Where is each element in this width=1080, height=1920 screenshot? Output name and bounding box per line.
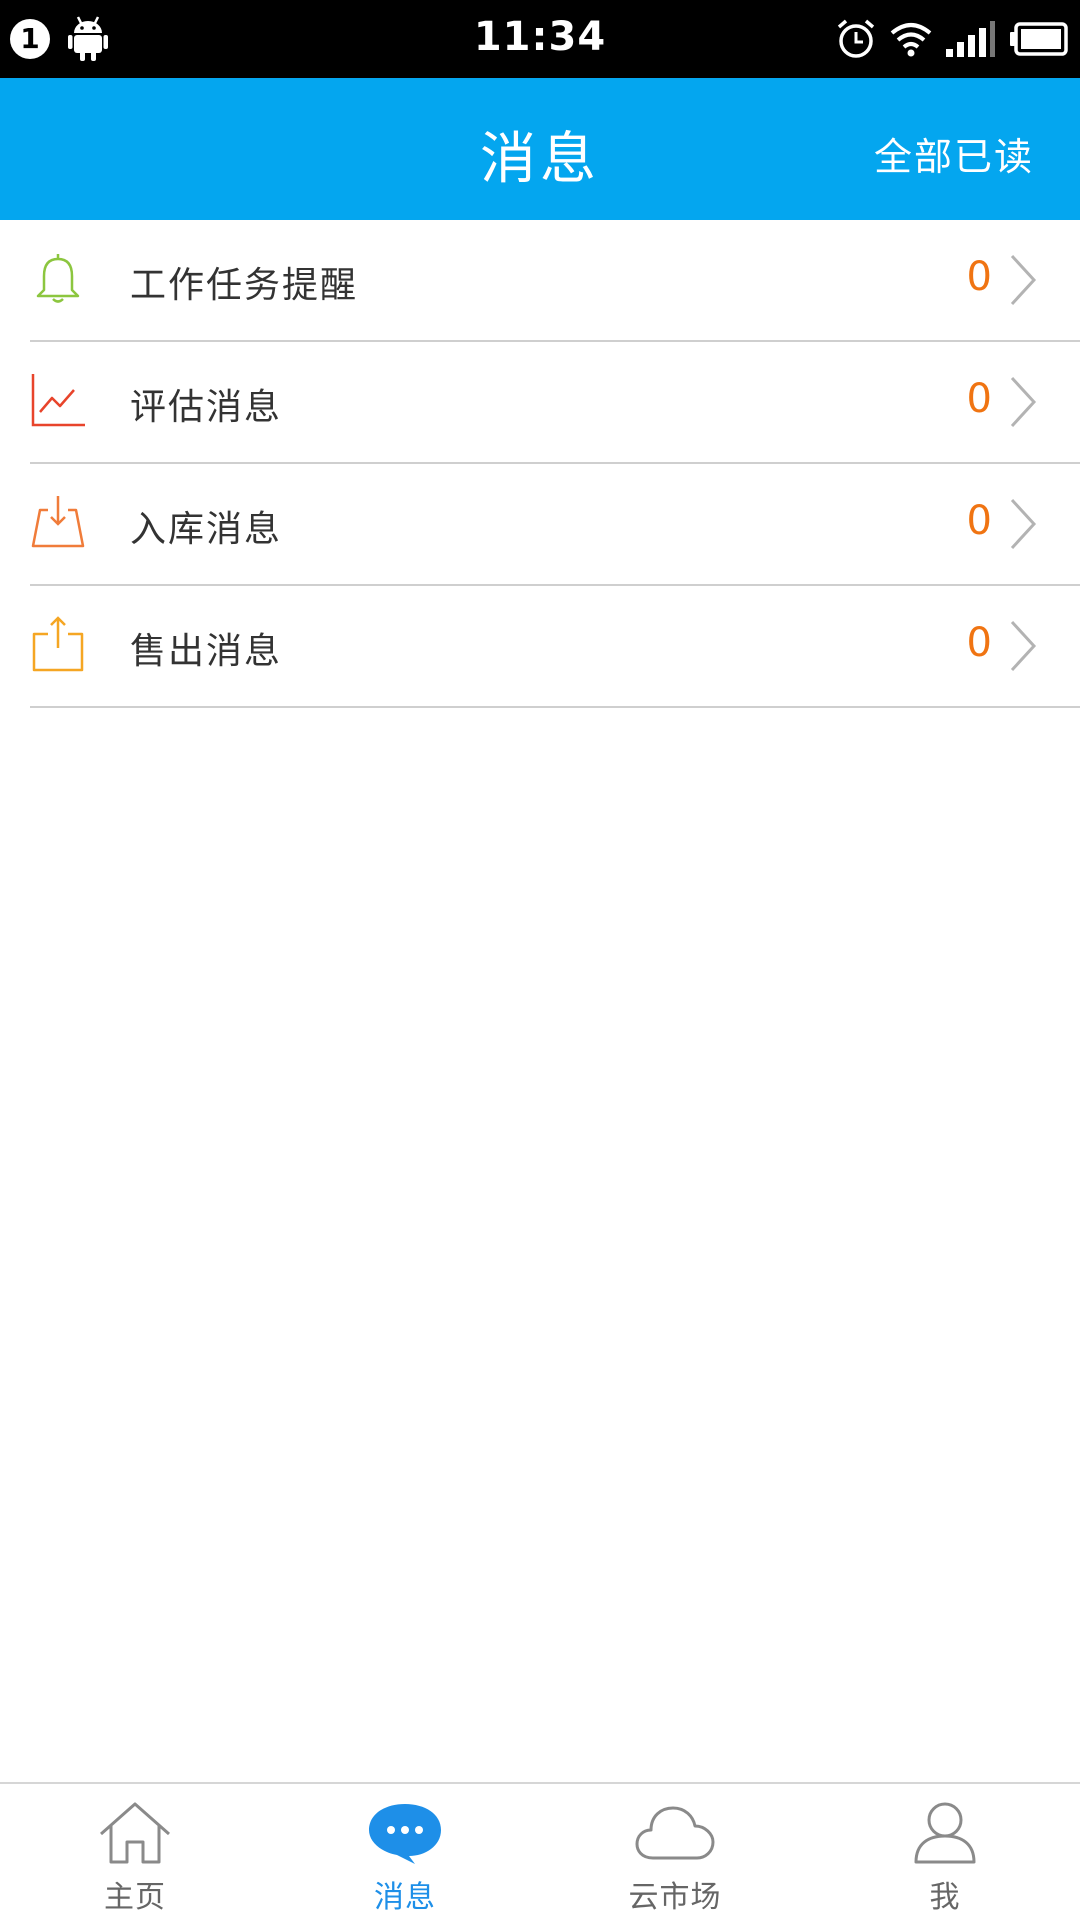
status-icons xyxy=(836,16,1068,62)
message-list: 工作任务提醒 0 评估消息 0 入库消息 0 售出消息 0 xyxy=(0,220,1080,708)
tab-home[interactable]: 主页 xyxy=(0,1784,270,1920)
home-icon xyxy=(100,1802,170,1864)
bell-icon xyxy=(36,254,80,303)
list-item-stock-in[interactable]: 入库消息 0 xyxy=(30,464,1080,586)
battery-icon xyxy=(1010,22,1068,56)
download-tray-icon xyxy=(31,496,85,548)
tab-messages[interactable]: 消息 xyxy=(270,1784,540,1920)
status-bar: 1 11:34 xyxy=(0,0,1080,78)
list-item-assessment[interactable]: 评估消息 0 xyxy=(30,342,1080,464)
tab-label: 云市场 xyxy=(628,1880,722,1915)
upload-tray-icon xyxy=(32,616,84,672)
list-item-label: 评估消息 xyxy=(130,387,283,428)
mark-all-read-button[interactable]: 全部已读 xyxy=(874,126,1034,181)
trend-chart-icon xyxy=(31,374,85,427)
bottom-tab-bar: 主页 消息 云市场 我 xyxy=(0,1782,1080,1920)
tab-me[interactable]: 我 xyxy=(810,1784,1080,1920)
wifi-icon xyxy=(890,23,932,57)
tab-label: 消息 xyxy=(374,1880,436,1915)
alarm-icon xyxy=(837,19,875,58)
chevron-right-icon xyxy=(1010,620,1037,672)
signal-icon xyxy=(946,21,995,57)
tab-label: 我 xyxy=(929,1880,961,1915)
app-header: 消息 全部已读 xyxy=(0,78,1080,220)
chevron-right-icon xyxy=(1010,254,1037,306)
list-item-count: 0 xyxy=(966,254,992,300)
chat-bubble-icon xyxy=(369,1804,441,1864)
user-icon xyxy=(914,1802,976,1864)
list-item-sold[interactable]: 售出消息 0 xyxy=(30,586,1080,708)
tab-cloud-market[interactable]: 云市场 xyxy=(540,1784,810,1920)
list-item-label: 工作任务提醒 xyxy=(130,265,359,306)
cloud-icon xyxy=(635,1806,715,1860)
list-item-count: 0 xyxy=(966,376,992,422)
list-item-count: 0 xyxy=(966,498,992,544)
screen: 1 11:34 消息 全部已读 工作任务提醒 0 评估消息 0 入库消息 0 售… xyxy=(0,0,1080,1920)
chevron-right-icon xyxy=(1010,498,1037,550)
list-item-label: 入库消息 xyxy=(130,509,283,550)
list-item-work-reminder[interactable]: 工作任务提醒 0 xyxy=(30,220,1080,342)
tab-label: 主页 xyxy=(104,1880,166,1915)
list-item-label: 售出消息 xyxy=(130,631,283,672)
chevron-right-icon xyxy=(1010,376,1037,428)
list-item-count: 0 xyxy=(966,620,992,666)
